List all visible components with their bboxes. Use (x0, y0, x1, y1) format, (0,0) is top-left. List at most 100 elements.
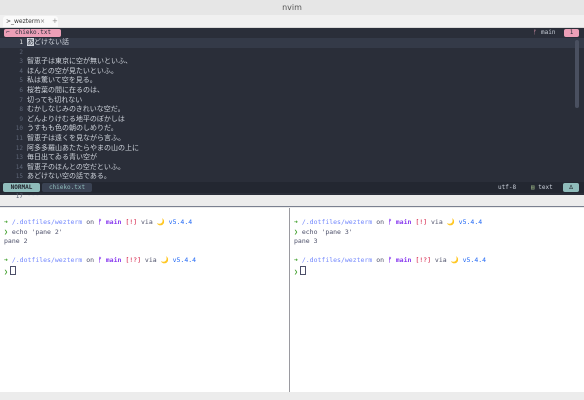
tab-wezterm[interactable]: >_ wezterm × (3, 16, 58, 27)
prompt-info-line: ➜ /.dotfiles/wezterm on ᚠ main [!?] via … (4, 256, 196, 266)
file-icon: ⌐ (6, 29, 10, 36)
prompt-on-label: on (82, 218, 98, 226)
line-number: 14 (15, 163, 23, 171)
buffer-name: chieko.txt (15, 29, 52, 36)
command-line: ❯ (4, 265, 16, 278)
git-status: [!] (121, 218, 138, 226)
editor-line[interactable]: 12 阿多多羅山あたたらやまの山の上に (0, 144, 584, 154)
line-text: 切っても切れない (27, 95, 83, 104)
file-encoding: utf-8 (498, 184, 517, 191)
command-text: echo 'pane 2' (7, 227, 63, 236)
tabpage-number[interactable]: 1 (564, 29, 579, 37)
prompt-via-label: via (427, 218, 447, 226)
editor-line[interactable]: 13 毎日出てゐる青い空が (0, 153, 584, 163)
prompt-branch: main (391, 256, 412, 264)
line-number: 3 (19, 58, 23, 66)
editor-line[interactable]: 2 (0, 48, 584, 58)
git-branch-icon: ᚠ (533, 29, 537, 36)
line-text: あどけない話 (27, 38, 69, 48)
line-number: 6 (19, 86, 23, 94)
prompt-via-label: via (431, 256, 451, 264)
status-filename: chieko.txt (42, 183, 92, 192)
line-text: 桜若葉の間に在るのは、 (27, 85, 104, 94)
scrollbar[interactable] (575, 40, 579, 108)
line-text: うすもも色の朝のしめりだ。 (27, 124, 118, 133)
line-number: 10 (15, 125, 23, 133)
command-text: echo 'pane 3' (297, 227, 353, 236)
status-line: NORMAL chieko.txt utf-8 ▤ text ∆ (0, 182, 584, 193)
new-tab-button[interactable]: + (52, 16, 58, 27)
terminal-cursor (9, 265, 16, 275)
runtime-version: v5.4.4 (458, 256, 487, 264)
line-number: 15 (15, 173, 23, 181)
terminal-icon: >_ (6, 18, 15, 25)
git-status: [!] (411, 218, 428, 226)
runtime-version: v5.4.4 (168, 256, 197, 264)
buffer-tab-chieko[interactable]: ⌐ chieko.txt (4, 29, 61, 37)
prompt-chevron-icon: ❯ (294, 267, 298, 276)
editor-line[interactable]: 7 切っても切れない (0, 96, 584, 106)
command-output: pane 2 (4, 237, 28, 245)
prompt-directory: /.dotfiles/wezterm (297, 256, 373, 264)
nvim-editor[interactable]: ⌐ chieko.txt ᚠ main 1 1 あどけない話 2 3 智恵子は東京に空が… (0, 28, 584, 200)
current-line[interactable]: 1 あどけない話 (0, 38, 584, 48)
prompt-info-line: ➜ /.dotfiles/wezterm on ᚠ main [!?] via … (294, 256, 486, 266)
prompt-info-line: ➜ /.dotfiles/wezterm on ᚠ main [!] via 🌙… (4, 218, 192, 228)
tab-bar: >_ wezterm × (0, 15, 584, 28)
line-text: あどけない空の話である。 (27, 172, 111, 181)
git-branch-name: main (541, 29, 556, 36)
terminal-cursor (299, 265, 306, 275)
prompt-via-label: via (141, 256, 161, 264)
command-line: ❯ echo 'pane 2' (4, 228, 63, 238)
moon-icon: 🌙 (450, 256, 459, 264)
prompt-on-label: on (372, 256, 388, 264)
moon-icon: 🌙 (156, 218, 165, 226)
editor-line[interactable]: 8 むかしなじみのきれいな空だ。 (0, 105, 584, 115)
line-text: ほんとの空が見たいといふ。 (27, 66, 118, 75)
line-number: 1 (19, 39, 23, 46)
position-icon: ∆ (563, 183, 579, 192)
filetype-label: text (538, 184, 553, 191)
editor-line[interactable]: 10 うすもも色の朝のしめりだ。 (0, 124, 584, 134)
editor-line[interactable]: 3 智恵子は東京に空が無いといふ、 (0, 57, 584, 67)
prompt-directory: /.dotfiles/wezterm (7, 256, 83, 264)
editor-line[interactable]: 4 ほんとの空が見たいといふ。 (0, 67, 584, 77)
close-icon[interactable]: × (40, 16, 45, 27)
line-text: 智恵子は遠くを見ながら言ふ。 (27, 133, 125, 142)
text-cursor: あ (27, 38, 34, 46)
pane-divider-horizontal[interactable] (0, 206, 584, 207)
line-text: むかしなじみのきれいな空だ。 (27, 105, 125, 114)
terminal-pane-2[interactable]: ➜ /.dotfiles/wezterm on ᚠ main [!] via 🌙… (0, 208, 289, 392)
prompt-info-line: ➜ /.dotfiles/wezterm on ᚠ main [!] via 🌙… (294, 218, 482, 228)
line-text: 智恵子のほんとの空だといふ。 (27, 162, 125, 171)
line-number: 8 (19, 106, 23, 114)
prompt-branch: main (391, 218, 412, 226)
text-buffer[interactable]: 1 あどけない話 2 3 智恵子は東京に空が無いといふ、 4 ほんとの空が見たいといふ。 5 私… (0, 38, 584, 201)
line-number: 11 (15, 134, 23, 142)
editor-line[interactable]: 5 私は驚いて空を見る。 (0, 76, 584, 86)
line-text: どんよりけむる地平のぼかしは (27, 114, 125, 123)
filetype-icon: ▤ (531, 184, 535, 191)
line-number: 5 (19, 77, 23, 85)
line-number: 12 (15, 144, 23, 152)
tab-label: wezterm (14, 18, 40, 25)
line-number: 9 (19, 115, 23, 123)
editor-line[interactable]: 11 智恵子は遠くを見ながら言ふ。 (0, 134, 584, 144)
prompt-chevron-icon: ❯ (4, 267, 8, 276)
editor-line[interactable]: 15 あどけない空の話である。 (0, 172, 584, 182)
buffer-line: ⌐ chieko.txt ᚠ main 1 (0, 28, 584, 38)
git-status: [!?] (121, 256, 141, 264)
line-text: 私は驚いて空を見る。 (27, 76, 97, 85)
line-text: 毎日出てゐる青い空が (27, 153, 97, 162)
editor-line[interactable]: 14 智恵子のほんとの空だといふ。 (0, 163, 584, 173)
prompt-on-label: on (82, 256, 98, 264)
line-text-rest: どけない話 (34, 38, 69, 46)
terminal-pane-3[interactable]: ➜ /.dotfiles/wezterm on ᚠ main [!] via 🌙… (290, 208, 584, 392)
command-line: ❯ echo 'pane 3' (294, 228, 353, 238)
editor-line[interactable]: 9 どんよりけむる地平のぼかしは (0, 115, 584, 125)
line-number: 2 (19, 48, 23, 56)
editor-line[interactable]: 6 桜若葉の間に在るのは、 (0, 86, 584, 96)
line-number: 4 (19, 67, 23, 75)
prompt-on-label: on (372, 218, 388, 226)
window-bottom-edge (0, 392, 584, 400)
